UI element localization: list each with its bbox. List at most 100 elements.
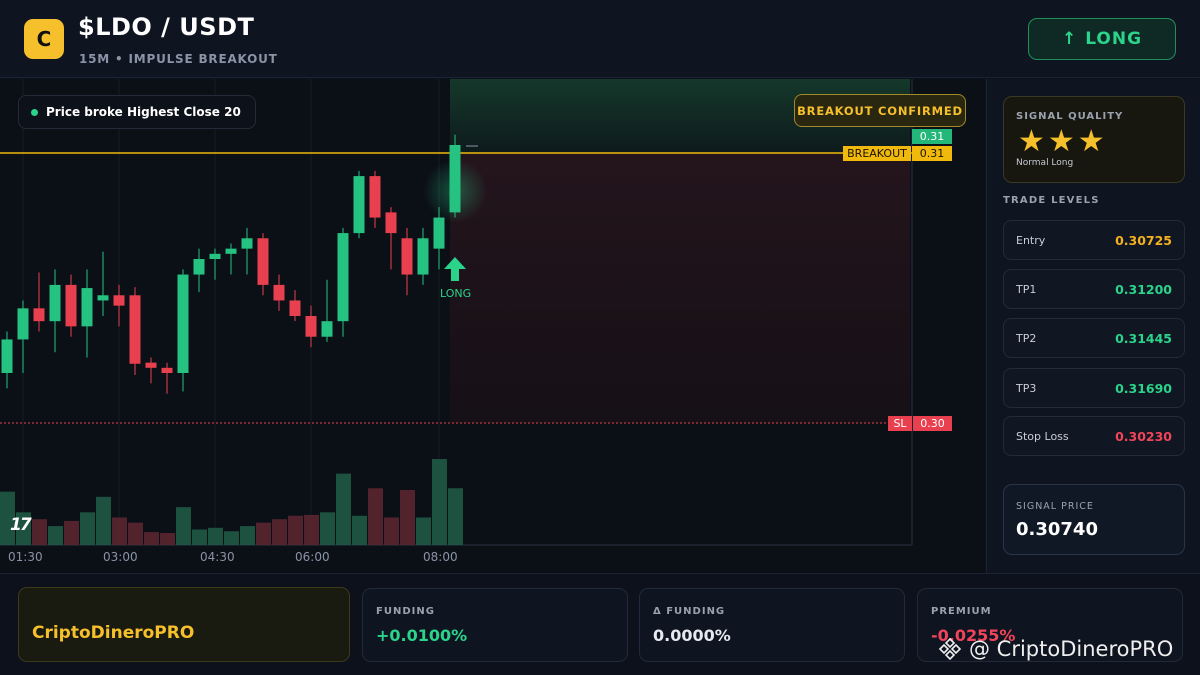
volume-bar bbox=[80, 512, 95, 545]
breakout-price-tag: 0.31 bbox=[912, 146, 952, 161]
trade-levels-title: TRADE LEVELS bbox=[1003, 195, 1100, 206]
candle-body bbox=[209, 253, 221, 259]
volume-bar bbox=[208, 527, 223, 545]
current-price-tag: 0.31 bbox=[912, 129, 952, 144]
candle-body bbox=[193, 259, 205, 275]
volume-bar bbox=[448, 488, 463, 545]
candle-body bbox=[145, 362, 157, 368]
level-label: Entry bbox=[1016, 234, 1046, 247]
volume-bar bbox=[400, 489, 415, 545]
level-stop-loss: Stop Loss 0.30230 bbox=[1003, 416, 1185, 456]
funding-card: FUNDING +0.0100% bbox=[362, 588, 628, 662]
brand-name: CriptoDineroPRO bbox=[32, 623, 195, 643]
level-label: TP2 bbox=[1016, 332, 1037, 345]
time-label: 06:00 bbox=[295, 550, 330, 564]
time-label: 03:00 bbox=[103, 550, 138, 564]
time-label: 01:30 bbox=[8, 550, 43, 564]
volume-bar bbox=[112, 517, 127, 545]
signal-price-card: SIGNAL PRICE 0.30740 bbox=[1003, 484, 1185, 555]
candle-body bbox=[49, 284, 61, 322]
timeframe-subtitle: 15M • IMPULSE BREAKOUT bbox=[79, 52, 278, 66]
watermark: @ CriptoDineroPRO bbox=[937, 636, 1173, 662]
volume-bar bbox=[416, 517, 431, 545]
candle-body bbox=[289, 300, 301, 316]
candle-body bbox=[337, 233, 349, 322]
arrow-up-icon: ↑ bbox=[1061, 29, 1078, 49]
level-label: Stop Loss bbox=[1016, 430, 1069, 443]
candle-body bbox=[241, 238, 253, 249]
candle-body bbox=[1, 339, 13, 373]
app-logo: C bbox=[24, 19, 64, 59]
volume-bar bbox=[272, 519, 287, 545]
candle-body bbox=[401, 238, 413, 275]
level-value: 0.31445 bbox=[1115, 331, 1172, 346]
signal-quality-desc: Normal Long bbox=[1016, 158, 1074, 168]
volume-bar bbox=[32, 519, 47, 545]
signal-price-value: 0.30740 bbox=[1016, 519, 1098, 540]
level-entry: Entry 0.30725 bbox=[1003, 220, 1185, 260]
candle-body bbox=[17, 308, 29, 340]
candle-body bbox=[97, 295, 109, 301]
candle-body bbox=[353, 176, 365, 234]
level-value: 0.30230 bbox=[1115, 429, 1172, 444]
candle-body bbox=[417, 238, 429, 275]
candle-body bbox=[369, 176, 381, 218]
header: C $LDO / USDT 15M • IMPULSE BREAKOUT ↑ L… bbox=[0, 0, 1200, 78]
candlestick-chart[interactable] bbox=[0, 79, 985, 573]
candle-body bbox=[449, 145, 461, 213]
volume-bar bbox=[288, 515, 303, 545]
time-label: 04:30 bbox=[200, 550, 235, 564]
signal-price-title: SIGNAL PRICE bbox=[1016, 501, 1094, 512]
volume-bar bbox=[144, 532, 159, 545]
pair-title: $LDO / USDT bbox=[78, 13, 255, 41]
funding-label: FUNDING bbox=[376, 606, 435, 617]
stop-loss-price-tag: 0.30 bbox=[913, 416, 952, 431]
signal-quality-title: SIGNAL QUALITY bbox=[1016, 111, 1124, 122]
long-button-label: LONG bbox=[1085, 29, 1143, 49]
volume-bar bbox=[48, 526, 63, 545]
funding-value: +0.0100% bbox=[376, 626, 468, 645]
time-label: 08:00 bbox=[423, 550, 458, 564]
level-value: 0.30725 bbox=[1115, 233, 1172, 248]
candle-body bbox=[385, 212, 397, 234]
breakout-label-tag: BREAKOUT bbox=[843, 146, 911, 161]
level-tp1: TP1 0.31200 bbox=[1003, 269, 1185, 309]
volume-bar bbox=[384, 517, 399, 545]
volume-bar bbox=[304, 514, 319, 545]
volume-bar bbox=[240, 526, 255, 545]
level-label: TP1 bbox=[1016, 283, 1037, 296]
signal-quality-card: SIGNAL QUALITY ★★★ Normal Long bbox=[1003, 96, 1185, 183]
volume-bar bbox=[256, 522, 271, 545]
candle-body bbox=[129, 295, 141, 364]
level-tp3: TP3 0.31690 bbox=[1003, 368, 1185, 408]
delta-funding-card: Δ FUNDING 0.0000% bbox=[639, 588, 905, 662]
volume-bar bbox=[368, 488, 383, 545]
candle-body bbox=[225, 248, 237, 254]
price-chart[interactable]: Price broke Highest Close 20 BREAKOUT CO… bbox=[0, 79, 985, 573]
candle-body bbox=[33, 308, 45, 322]
binance-icon bbox=[938, 637, 962, 661]
candle-body bbox=[113, 295, 125, 306]
candle-body bbox=[433, 217, 445, 249]
candle-body bbox=[177, 274, 189, 373]
risk-zone bbox=[450, 153, 910, 423]
breakout-note-text: Price broke Highest Close 20 bbox=[46, 105, 241, 119]
candle-body bbox=[81, 288, 93, 327]
volume-bar bbox=[352, 515, 367, 545]
long-button[interactable]: ↑ LONG bbox=[1028, 18, 1176, 60]
candle-body bbox=[65, 284, 77, 327]
delta-funding-label: Δ FUNDING bbox=[653, 606, 726, 617]
volume-bar bbox=[336, 473, 351, 545]
volume-bar bbox=[160, 532, 175, 545]
level-label: TP3 bbox=[1016, 382, 1037, 395]
premium-label: PREMIUM bbox=[931, 606, 992, 617]
candle-body bbox=[305, 316, 317, 337]
candle-body bbox=[273, 284, 285, 301]
tradingview-logo[interactable]: 17 bbox=[10, 515, 32, 535]
volume-bar bbox=[176, 507, 191, 545]
long-signal-label: LONG bbox=[440, 287, 472, 300]
breakout-confirmed-badge: BREAKOUT CONFIRMED bbox=[794, 94, 966, 127]
candle-body bbox=[161, 367, 173, 373]
level-tp2: TP2 0.31445 bbox=[1003, 318, 1185, 358]
signal-panel: SIGNAL QUALITY ★★★ Normal Long TRADE LEV… bbox=[986, 79, 1200, 573]
